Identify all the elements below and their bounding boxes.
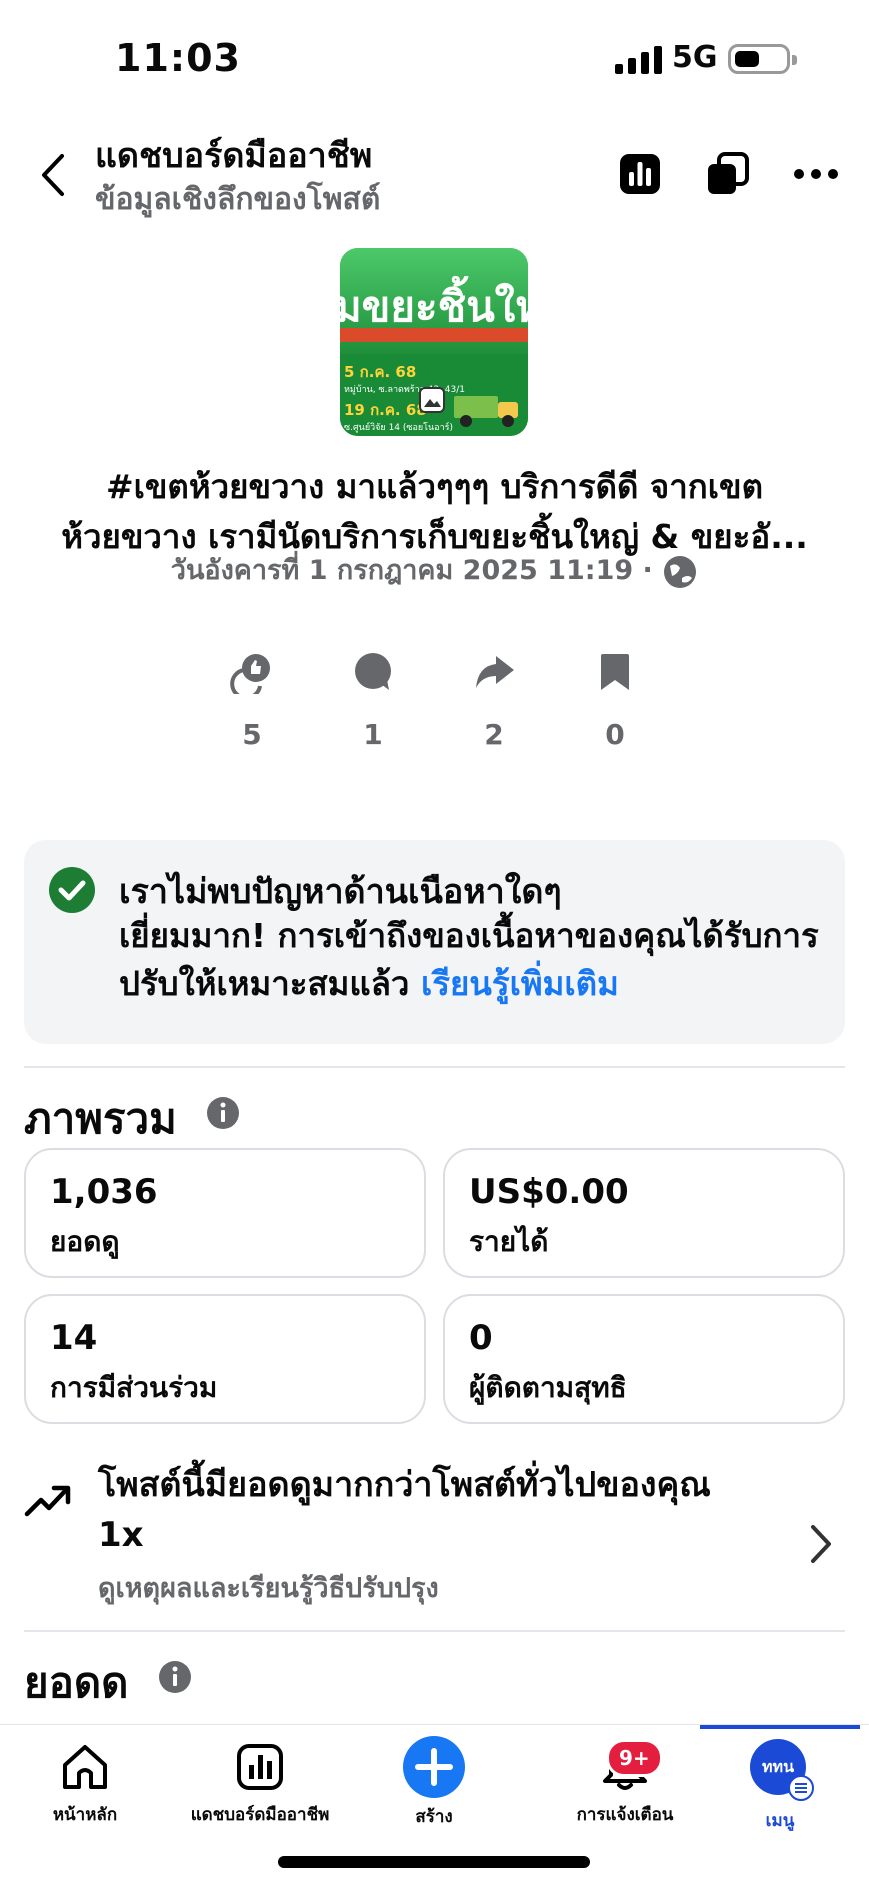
stat-value: 0 (605, 718, 625, 751)
battery-icon (728, 44, 797, 74)
metric-label: ยอดดู (50, 1225, 120, 1258)
status-bar: 11:03 5G (0, 0, 869, 110)
menu-lines-icon (788, 1775, 814, 1801)
check-circle-icon (49, 867, 95, 913)
thumbnail-date-2: 19 ก.ค. 68 (344, 401, 427, 419)
nav-professional-dashboard[interactable]: แดชบอร์ดมืออาชีพ (180, 1725, 340, 1828)
home-icon (63, 1745, 107, 1789)
metric-value: 1,036 (50, 1172, 158, 1212)
metric-views-card[interactable]: 1,036 ยอดดู (24, 1148, 426, 1278)
content-check-card: เราไม่พบปัญหาด้านเนือหาใดๆ เยี่ยมมาก! กา… (24, 840, 845, 1044)
copy-button[interactable] (700, 146, 756, 202)
overview-title: ภาพรวม (24, 1094, 177, 1143)
stat-value: 2 (484, 718, 504, 751)
insight-subtitle: ดูเหตุผลและเรียนรู้วิธีปรับปรุง (98, 1573, 439, 1604)
network-type: 5G (672, 40, 718, 75)
check-body: เยี่ยมมาก! การเข้าถึงของเนื้อหาของคุณได้… (119, 912, 819, 1008)
metric-value: US$0.00 (469, 1172, 629, 1212)
divider (24, 1066, 845, 1068)
metric-label: ผู้ติดตามสุทธิ (469, 1371, 627, 1404)
status-time: 11:03 (115, 36, 241, 80)
nav-label: สร้าง (415, 1807, 453, 1827)
share-icon (476, 656, 514, 688)
notification-badge: 9+ (606, 1739, 663, 1777)
nav-label: เมนู (765, 1811, 795, 1831)
trending-up-icon (24, 1485, 71, 1517)
chevron-right-icon (811, 1525, 831, 1563)
nav-create[interactable]: สร้าง (382, 1725, 486, 1830)
metric-value: 0 (469, 1318, 493, 1358)
dashboard-button[interactable] (612, 146, 668, 202)
stat-shares: 2 (454, 650, 534, 751)
media-icon (419, 387, 445, 413)
globe-icon (664, 555, 697, 588)
check-title: เราไม่พบปัญหาด้านเนือหาใดๆ (119, 872, 562, 912)
stat-comments: 1 (333, 650, 413, 751)
home-indicator (278, 1856, 590, 1868)
plus-circle-icon (403, 1736, 465, 1798)
page-header: แดชบอร์ดมืออาชีพ ข้อมูลเชิงลึกของโพสต์ (0, 120, 869, 230)
nav-menu[interactable]: ททน เมนู (730, 1725, 830, 1834)
post-date: วันอังคารที่ 1 กรกฎาคม 2025 11:19 · (170, 555, 653, 586)
post-text: #เขตห้วยขวาง มาแล้วๆๆๆ บริการดีดี จากเขต… (61, 467, 808, 556)
metric-value: 14 (50, 1318, 98, 1358)
info-icon[interactable] (158, 1660, 192, 1694)
nav-label: หน้าหลัก (52, 1805, 118, 1825)
bar-chart-icon (620, 154, 660, 194)
info-icon[interactable] (206, 1096, 240, 1130)
post-meta: วันอังคารที่ 1 กรกฎาคม 2025 11:19 · (40, 548, 829, 591)
insight-title: โพสต์นี้มียอดดูมากกว่าโพสต์ทั่วไปของคุณ … (98, 1465, 711, 1555)
nav-home[interactable]: หน้าหลัก (30, 1725, 140, 1828)
reaction-icon (230, 654, 270, 694)
garbage-truck-icon (454, 396, 518, 427)
copy-icon (708, 152, 749, 194)
thumbnail-detail-1: หมู่บ้าน, ซ.ลาดพร้าว 43, 43/1 (344, 385, 466, 395)
nav-label: การแจ้งเตือน (576, 1805, 674, 1825)
divider (24, 1630, 845, 1632)
thumbnail-detail-2: ซ.ศูนย์วิจัย 14 (ซอยโนอาร์) (344, 423, 453, 433)
page-subtitle: ข้อมูลเชิงลึกของโพสต์ (95, 182, 381, 217)
stat-saves: 0 (575, 650, 655, 751)
views-section-title: ยอดด (24, 1658, 129, 1707)
more-dots-icon (794, 169, 838, 179)
stat-value: 5 (242, 718, 262, 751)
comment-icon (355, 653, 391, 690)
back-arrow-icon[interactable] (36, 150, 72, 200)
metric-label: รายได้ (469, 1225, 549, 1258)
profile-avatar: ททน (750, 1739, 814, 1801)
more-options-button[interactable] (788, 146, 844, 202)
page-title: แดชบอร์ดมืออาชีพ (95, 136, 373, 176)
signal-icon (615, 44, 663, 74)
metric-earnings-card[interactable]: US$0.00 รายได้ (443, 1148, 845, 1278)
metric-engagement-card[interactable]: 14 การมีส่วนร่วม (24, 1294, 426, 1424)
bookmark-icon (601, 654, 629, 690)
post-thumbnail[interactable]: มขยะชิ้นให 5 ก.ค. 68 หมู่บ้าน, ซ.ลาดพร้า… (340, 248, 528, 436)
dashboard-icon (237, 1744, 283, 1790)
thumbnail-date-1: 5 ก.ค. 68 (344, 363, 417, 381)
nav-label: แดชบอร์ดมืออาชีพ (190, 1805, 330, 1825)
learn-more-link[interactable]: เรียนรู้เพิ่มเติม (421, 964, 619, 1003)
performance-insight-row[interactable]: โพสต์นี้มียอดดูมากกว่าโพสต์ทั่วไปของคุณ … (0, 1460, 869, 1610)
post-stats: 5 1 2 0 (0, 650, 869, 760)
stat-value: 1 (363, 718, 383, 751)
metric-net-followers-card[interactable]: 0 ผู้ติดตามสุทธิ (443, 1294, 845, 1424)
metric-label: การมีส่วนร่วม (50, 1371, 218, 1404)
stat-reactions: 5 (212, 650, 292, 751)
